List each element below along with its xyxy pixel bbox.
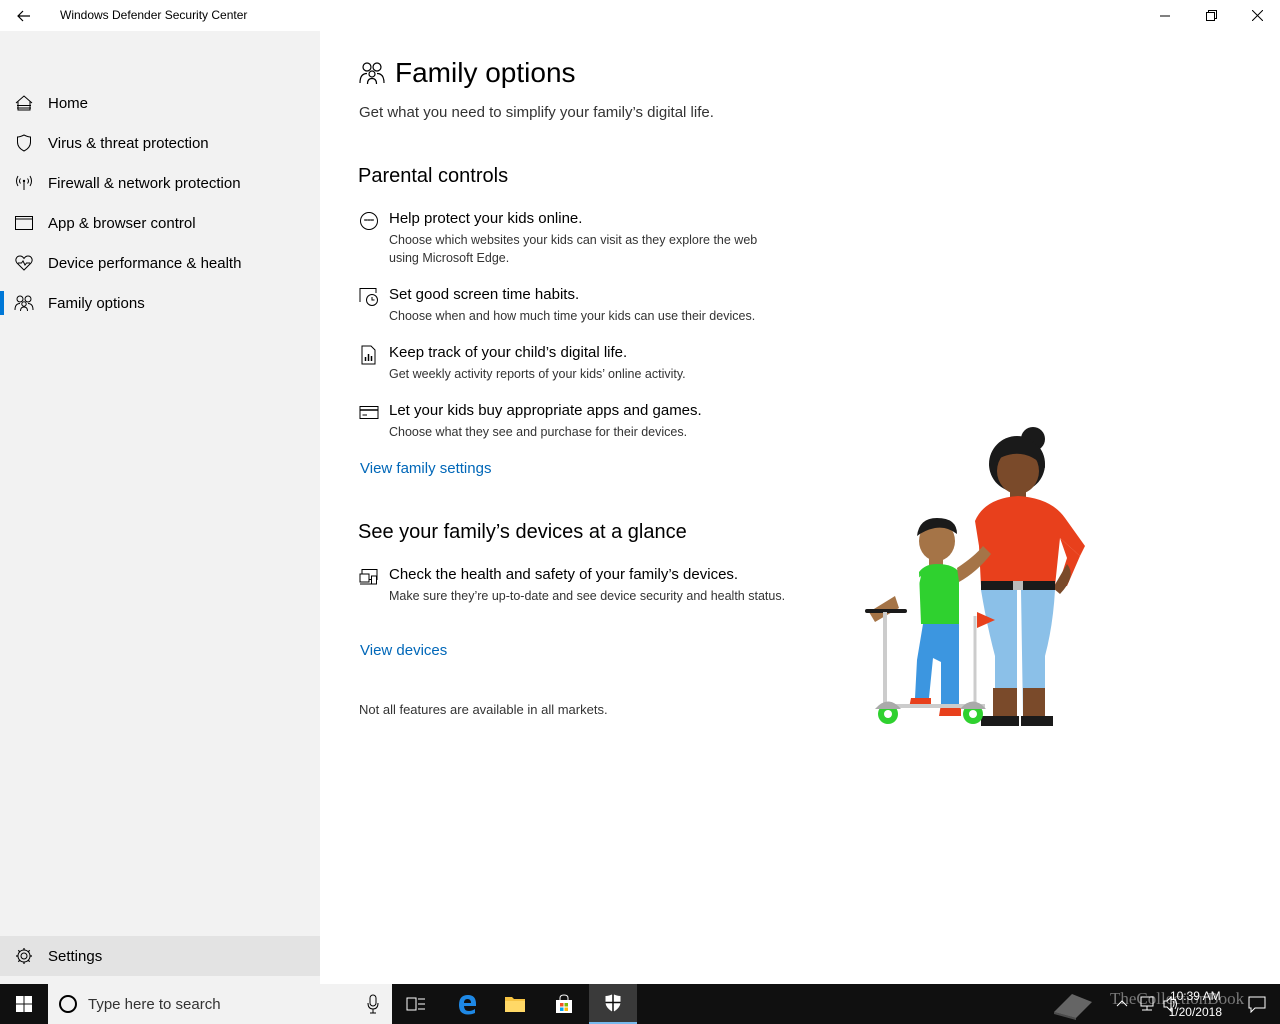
minimize-icon [1160, 15, 1170, 16]
minimize-button[interactable] [1142, 0, 1188, 31]
windows-logo-icon [16, 996, 32, 1012]
sidebar-item-label: App & browser control [48, 214, 196, 232]
close-button[interactable] [1234, 0, 1280, 31]
app-window-icon [14, 213, 34, 233]
sidebar-item-label: Firewall & network protection [48, 174, 241, 192]
sidebar-item-label: Virus & threat protection [48, 134, 209, 152]
page-header: Family options [359, 57, 576, 89]
report-icon [361, 345, 376, 365]
defender-shield-icon [605, 994, 621, 1012]
settings-label: Settings [48, 947, 103, 965]
gear-icon [14, 946, 34, 966]
parental-controls-heading: Parental controls [358, 165, 509, 187]
sidebar-item-label: Home [48, 94, 89, 112]
home-icon [14, 93, 34, 113]
family-icon [14, 293, 34, 313]
network-icon[interactable] [1138, 995, 1156, 1013]
book-logo-icon [1054, 994, 1092, 1020]
page-subtitle: Get what you need to simplify your famil… [359, 104, 714, 121]
taskbar: Type here to search TheCollectionBook 10… [0, 984, 1280, 1024]
store-button[interactable] [540, 984, 588, 1024]
main-content: Family options Get what you need to simp… [320, 31, 1280, 984]
family-illustration [865, 427, 1085, 726]
start-button[interactable] [0, 984, 48, 1024]
restore-icon [1205, 10, 1217, 21]
defender-taskbar-button[interactable] [589, 984, 637, 1024]
credit-card-icon [359, 406, 379, 419]
sidebar-item-label: Device performance & health [48, 254, 242, 272]
store-bag-icon [556, 994, 572, 1013]
search-placeholder: Type here to search [88, 995, 221, 1013]
restore-button[interactable] [1188, 0, 1234, 31]
feature-title: Set good screen time habits. [389, 286, 580, 303]
feature-description: Choose when and how much time your kids … [389, 309, 756, 323]
feature-title: Check the health and safety of your fami… [389, 566, 739, 583]
action-center-icon[interactable] [1248, 995, 1266, 1013]
sidebar: Home Virus & threat protection Firewall … [0, 31, 320, 984]
browse-icon [360, 212, 378, 230]
sidebar-item-home[interactable]: Home [0, 83, 320, 123]
screen-clock-icon [359, 288, 378, 306]
shield-icon [14, 133, 34, 153]
chevron-up-icon[interactable] [1116, 998, 1128, 1008]
back-arrow-icon [17, 10, 30, 21]
family-devices-heading: See your family’s devices at a glance [358, 521, 687, 543]
devices-icon [359, 569, 378, 585]
feature-title: Help protect your kids online. [389, 210, 583, 227]
file-explorer-button[interactable] [491, 984, 539, 1024]
sidebar-item-firewall[interactable]: Firewall & network protection [0, 163, 320, 203]
sidebar-item-app-browser[interactable]: App & browser control [0, 203, 320, 243]
feature-title: Keep track of your child’s digital life. [389, 344, 628, 361]
wireless-icon [14, 173, 34, 193]
edge-button[interactable] [443, 984, 491, 1024]
heart-icon [14, 253, 34, 273]
feature-description: Choose which websites your kids can visi… [389, 233, 758, 265]
task-view-icon [406, 997, 425, 1011]
microphone-icon[interactable] [366, 994, 380, 1014]
cortana-icon [59, 995, 77, 1013]
system-tray: TheCollectionBook 10:39 AM 1/20/2018 [1020, 984, 1280, 1024]
feature-title: Let your kids buy appropriate apps and g… [389, 402, 702, 419]
task-view-button[interactable] [392, 984, 440, 1024]
taskbar-search-box[interactable]: Type here to search [48, 984, 392, 1024]
title-bar: Windows Defender Security Center [0, 0, 1280, 31]
window-title: Windows Defender Security Center [60, 8, 248, 22]
clock-time: 10:39 AM [1169, 989, 1221, 1003]
feature-description: Choose what they see and purchase for th… [389, 425, 688, 439]
back-button[interactable] [0, 0, 48, 31]
availability-note: Not all features are available in all ma… [359, 702, 608, 717]
sidebar-item-device-health[interactable]: Device performance & health [0, 243, 320, 283]
feature-description: Make sure they’re up-to-date and see dev… [389, 589, 786, 603]
sidebar-item-label: Family options [48, 294, 145, 312]
edge-icon [459, 995, 476, 1015]
folder-icon [505, 997, 525, 1012]
family-icon [359, 62, 385, 85]
sidebar-item-family-options[interactable]: Family options [0, 283, 320, 323]
sidebar-item-virus-threat[interactable]: Virus & threat protection [0, 123, 320, 163]
clock[interactable]: 10:39 AM 1/20/2018 [1169, 988, 1222, 1020]
page-title: Family options [395, 57, 576, 88]
view-family-settings-link[interactable]: View family settings [360, 460, 491, 477]
feature-description: Get weekly activity reports of your kids… [389, 367, 686, 381]
sidebar-item-settings[interactable]: Settings [0, 936, 320, 976]
clock-date: 1/20/2018 [1168, 1005, 1222, 1019]
view-devices-link[interactable]: View devices [360, 642, 447, 659]
close-icon [1251, 10, 1263, 21]
